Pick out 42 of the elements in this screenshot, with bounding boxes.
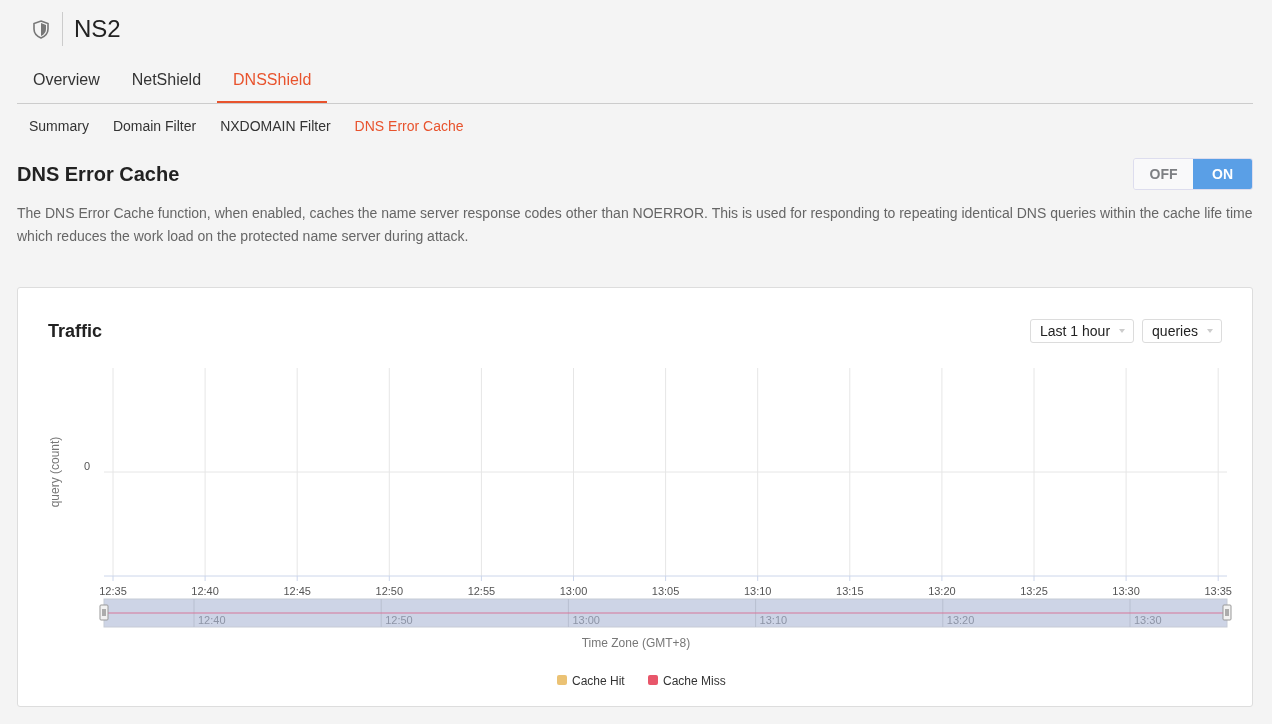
x-tick-label: 13:05 (651, 585, 680, 597)
x-tick-label: 12:55 (467, 585, 496, 597)
x-tick-label: 13:30 (1112, 585, 1140, 597)
range-dropdown[interactable]: Last 1 hour (1030, 319, 1135, 343)
x-tick-label: 12:35 (99, 585, 127, 597)
navigator-handle[interactable] (1222, 604, 1232, 621)
caret-icon (1119, 329, 1126, 333)
x-tick-label: 12:40 (191, 585, 219, 597)
x-tick-label: 13:00 (559, 585, 588, 597)
metric-dropdown[interactable]: queries (1142, 319, 1222, 343)
navigator-label: 13:20 (946, 614, 975, 626)
description: The DNS Error Cache function, when enabled, caches the name server response codes other than NOERROR. This is used for responding to repeating identical DNS queries within the cache life time which reduces the work load on the protected name server during attack. (17, 204, 1253, 246)
navigator-label: 12:50 (385, 614, 413, 626)
x-tick-label: 12:45 (283, 585, 311, 597)
caret-icon (1207, 329, 1213, 333)
y-tick-label: 0 (83, 460, 90, 472)
navigator-label: 13:00 (572, 614, 600, 626)
x-tick-label: 13:20 (928, 585, 956, 597)
legend-label[interactable]: Cache Hit (572, 674, 625, 688)
x-tick-label: 13:15 (836, 585, 864, 597)
y-axis-label: query (count) (48, 436, 62, 508)
shield-icon (33, 19, 49, 39)
x-tick-label: 13:10 (743, 585, 772, 597)
navigator-handle[interactable] (99, 604, 109, 621)
legend-label[interactable]: Cache Miss (663, 674, 726, 688)
page-title: NS2 (74, 15, 121, 43)
x-tick-label: 12:50 (375, 585, 404, 597)
tab[interactable]: Overview (17, 58, 116, 103)
navigator-label: 13:30 (1134, 614, 1162, 626)
navigator-label: 13:10 (759, 614, 788, 626)
tab[interactable]: NetShield (115, 58, 218, 103)
subtab[interactable]: Domain Filter (100, 118, 209, 134)
subtab[interactable]: Summary (17, 118, 101, 134)
section-title: DNS Error Cache (17, 162, 180, 186)
card-title: Traffic (48, 320, 103, 342)
x-tick-label: 13:25 (1020, 585, 1048, 597)
x-axis-label: Time Zone (GMT+8) (581, 636, 691, 650)
toggle-option[interactable]: OFF (1134, 159, 1193, 189)
x-tick-label: 13:35 (1204, 585, 1232, 597)
subtab[interactable]: NXDOMAIN Filter (208, 118, 343, 134)
navigator-label: 12:40 (198, 614, 226, 626)
range-navigator[interactable] (103, 598, 1228, 628)
